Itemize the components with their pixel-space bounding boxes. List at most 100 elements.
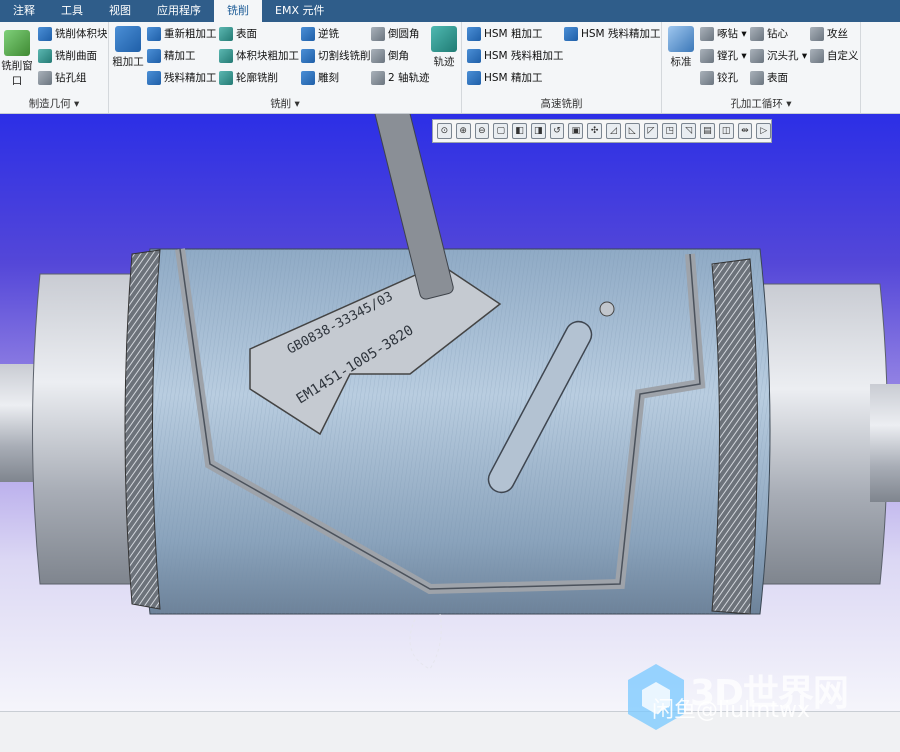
tab-view[interactable]: 视图 (96, 0, 144, 22)
spot-face-button[interactable]: 表面 (750, 68, 788, 88)
chamfer-button[interactable]: 倒角 (371, 46, 409, 66)
group-high-speed: HSM 粗加工 HSM 残料粗加工 HSM 精加工 HSM 残料精加工 高速铣削 (462, 22, 662, 113)
play-icon[interactable]: ▷ (756, 123, 772, 139)
cutline-mill-label: 切割线铣削 (318, 50, 371, 62)
hsm-rest-rough-label: HSM 残料粗加工 (484, 50, 564, 62)
chamfer-icon (371, 49, 385, 63)
rerough-button[interactable]: 重新粗加工 (147, 24, 217, 44)
annotation-display-icon[interactable]: ◹ (681, 123, 696, 139)
graphics-viewport[interactable]: EM1451-1005-3820 GB0838-33345/03 (0, 114, 900, 711)
standard-drill-button[interactable]: 标准 (664, 24, 698, 69)
center-drill-button[interactable]: 钻心 (750, 24, 788, 44)
ribbon-tab-bar: 注释 工具 视图 应用程序 铣削 EMX 元件 (0, 0, 900, 22)
finish-icon (147, 49, 161, 63)
face-label: 表面 (236, 28, 257, 40)
plane-display-icon[interactable]: ◿ (606, 123, 621, 139)
volume-rough-icon (219, 49, 233, 63)
trajectory-button[interactable]: 轨迹 (427, 24, 461, 69)
datum-display-icon[interactable]: ✣ (587, 123, 603, 139)
ream-button[interactable]: 铰孔 (700, 68, 738, 88)
hsm-rough-button[interactable]: HSM 粗加工 (467, 24, 542, 44)
trajectory-icon (431, 26, 457, 52)
finish-label: 精加工 (164, 50, 196, 62)
zoom-out-icon[interactable]: ⊖ (474, 123, 490, 139)
conventional-mill-button[interactable]: 逆铣 (301, 24, 339, 44)
hsm-finish-button[interactable]: HSM 精加工 (467, 68, 542, 88)
spot-face-label: 表面 (767, 72, 788, 84)
cutline-mill-button[interactable]: 切割线铣削 (301, 46, 371, 66)
repaint-icon[interactable]: ▢ (493, 123, 509, 139)
hsm-rest-rough-button[interactable]: HSM 残料粗加工 (467, 46, 563, 66)
section-icon[interactable]: ⇹ (737, 123, 753, 139)
two-axis-trajectory-button[interactable]: 2 轴轨迹 (371, 68, 430, 88)
mill-surface-button[interactable]: 铣削曲面 (38, 46, 97, 66)
spot-face-icon (750, 71, 764, 85)
zoom-in-icon[interactable]: ⊕ (455, 123, 471, 139)
chamfer-label: 倒角 (388, 50, 409, 62)
part-model: EM1451-1005-3820 GB0838-33345/03 (0, 114, 900, 670)
view-manager-icon[interactable]: ↺ (549, 123, 565, 139)
mill-volume-button[interactable]: 铣削体积块 (38, 24, 108, 44)
engrave-label: 雕刻 (318, 72, 339, 84)
engrave-button[interactable]: 雕刻 (301, 68, 339, 88)
rough-label: 粗加工 (112, 56, 144, 68)
custom-cycle-icon (810, 49, 824, 63)
hsm-rest-finish-button[interactable]: HSM 残料精加工 (564, 24, 660, 44)
hsm-rough-label: HSM 粗加工 (484, 28, 543, 40)
watermark-user-text: 闲鱼@liulintwx (652, 698, 810, 723)
ream-label: 铰孔 (717, 72, 738, 84)
finish-button[interactable]: 精加工 (147, 46, 196, 66)
conventional-mill-label: 逆铣 (318, 28, 339, 40)
refit-icon[interactable]: ⊙ (437, 123, 452, 139)
rough-icon (115, 26, 141, 52)
axis-display-icon[interactable]: ◺ (624, 123, 640, 139)
face-button[interactable]: 表面 (219, 24, 257, 44)
trajectory-label: 轨迹 (433, 56, 455, 68)
tab-emx[interactable]: EMX 元件 (262, 0, 337, 22)
bore-button[interactable]: 镗孔 ▾ (700, 46, 747, 66)
hsm-rough-icon (467, 27, 481, 41)
group-label-hole-cycle[interactable]: 孔加工循环 ▾ (662, 96, 860, 111)
volume-rough-button[interactable]: 体积块粗加工 (219, 46, 299, 66)
toolpath-display-icon[interactable]: ◫ (718, 123, 734, 139)
hsm-rest-finish-icon (564, 27, 578, 41)
ream-icon (700, 71, 714, 85)
csys-display-icon[interactable]: ◳ (662, 123, 678, 139)
bore-icon (700, 49, 714, 63)
tab-tools[interactable]: 工具 (48, 0, 96, 22)
tab-annotate[interactable]: 注释 (0, 0, 48, 22)
countersink-button[interactable]: 沉头孔 ▾ (750, 46, 807, 66)
group-label-manufacturing-geometry[interactable]: 制造几何 ▾ (0, 96, 108, 111)
drill-group-button[interactable]: 钻孔组 (38, 68, 87, 88)
tap-button[interactable]: 攻丝 (810, 24, 848, 44)
display-style-icon[interactable]: ◧ (512, 123, 527, 139)
rest-finish-button[interactable]: 残料精加工 (147, 68, 217, 88)
point-display-icon[interactable]: ◸ (643, 123, 659, 139)
perspective-icon[interactable]: ▣ (568, 123, 584, 139)
peck-drill-label: 啄钻 ▾ (717, 28, 747, 40)
profile-mill-button[interactable]: 轮廓铣削 (219, 68, 278, 88)
hsm-finish-icon (467, 71, 481, 85)
mill-window-icon (4, 30, 30, 56)
engrave-icon (301, 71, 315, 85)
tab-applications[interactable]: 应用程序 (144, 0, 214, 22)
group-label-high-speed: 高速铣削 (540, 98, 583, 110)
small-boss (599, 301, 615, 317)
right-shaft (870, 384, 900, 502)
group-label-milling[interactable]: 铣削 ▾ (109, 96, 461, 111)
rest-finish-icon (147, 71, 161, 85)
view-toolbar: ⊙ ⊕ ⊖ ▢ ◧ ◨ ↺ ▣ ✣ ◿ ◺ ◸ ◳ ◹ ▤ ◫ ⇹ ▷ (432, 119, 772, 143)
peck-drill-button[interactable]: 啄钻 ▾ (700, 24, 747, 44)
custom-cycle-label: 自定义 (827, 50, 859, 62)
spin-center-icon[interactable]: ▤ (699, 123, 715, 139)
hsm-finish-label: HSM 精加工 (484, 72, 543, 84)
two-axis-trajectory-icon (371, 71, 385, 85)
round-button[interactable]: 倒圆角 (371, 24, 420, 44)
rough-button[interactable]: 粗加工 (111, 24, 145, 69)
tab-milling[interactable]: 铣削 (214, 0, 262, 22)
saved-views-icon[interactable]: ◨ (530, 123, 546, 139)
mill-window-button[interactable]: 铣削窗口 (0, 28, 34, 88)
cutline-mill-icon (301, 49, 315, 63)
ribbon: 铣削窗口 铣削体积块 铣削曲面 钻孔组 制造几何 ▾ 粗加工 重新粗加工 精加工… (0, 22, 900, 114)
custom-cycle-button[interactable]: 自定义 (810, 46, 859, 66)
